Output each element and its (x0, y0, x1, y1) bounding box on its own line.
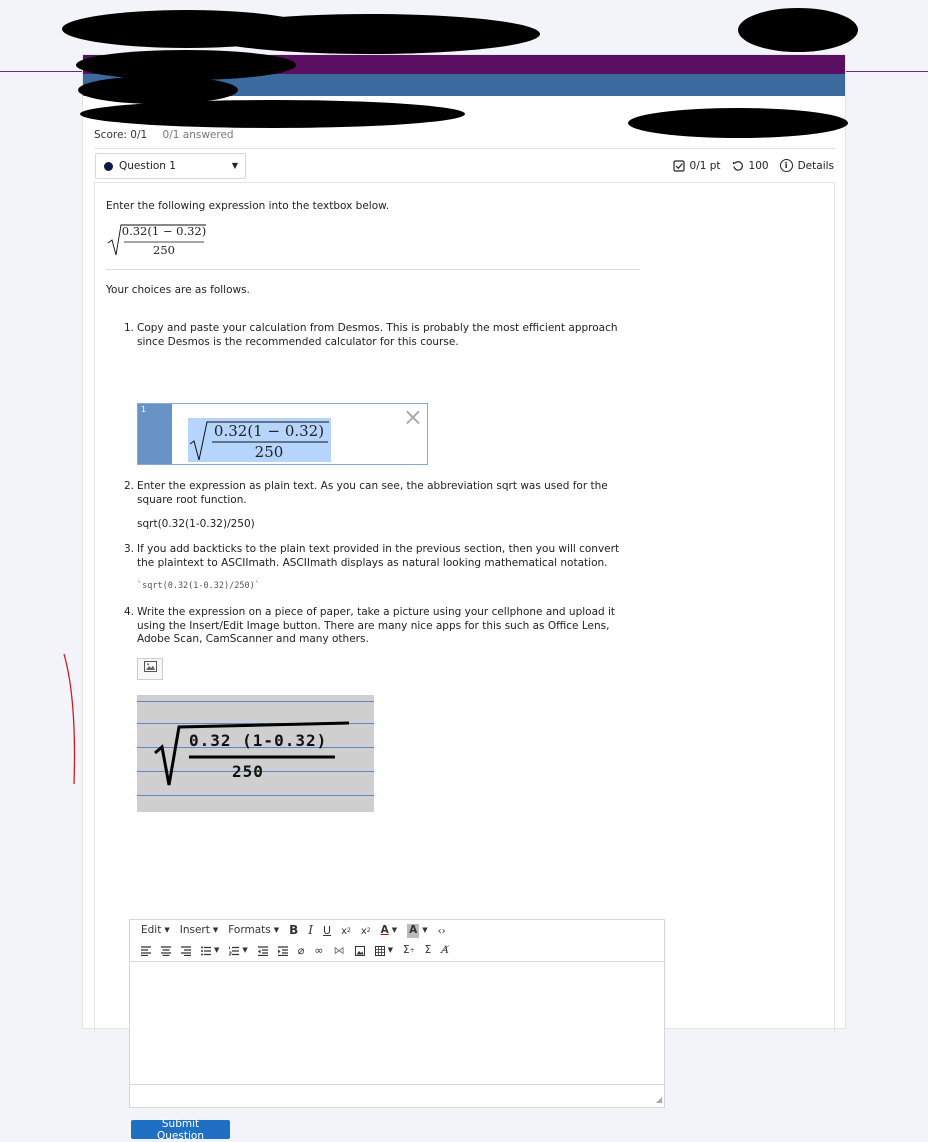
question-select-label: Question 1 (119, 160, 176, 172)
text-color-icon[interactable]: A ▼ (376, 924, 403, 938)
redaction-blob (80, 100, 465, 128)
numbered-list-icon[interactable]: ▼ (224, 946, 252, 956)
desmos-denominator: 250 (254, 443, 284, 461)
divider (106, 269, 640, 270)
math-numerator: 0.32(1 − 0.32) (121, 224, 207, 238)
rich-text-editor: Edit ▼ Insert ▼ Formats ▼ B I U x2 x2 A ▼ A ▼… (129, 919, 665, 1108)
outdent-icon[interactable] (253, 946, 273, 956)
clear-format-icon[interactable]: A̸ (436, 944, 454, 958)
superscript-icon[interactable]: x2 (356, 925, 376, 938)
list-number: 1. (124, 322, 135, 334)
indent-icon[interactable] (273, 946, 293, 956)
redaction-blob (628, 108, 848, 138)
subscript-icon[interactable]: x2 (336, 925, 356, 938)
align-right-icon[interactable] (176, 946, 196, 956)
insert-image-button[interactable] (137, 658, 163, 680)
choices-intro: Your choices are as follows. (106, 284, 250, 296)
list-text: Write the expression on a piece of paper… (137, 606, 616, 646)
list-text: Copy and paste your calculation from Des… (137, 322, 618, 348)
align-left-icon[interactable] (136, 946, 156, 956)
redaction-blob (738, 8, 858, 52)
list-item: 2. Enter the expression as plain text. A… (124, 480, 639, 507)
insert-menu[interactable]: Insert ▼ (175, 924, 224, 938)
align-center-icon[interactable] (156, 946, 176, 956)
redaction-blob (200, 14, 540, 54)
formats-menu[interactable]: Formats ▼ (223, 924, 284, 938)
details-link[interactable]: Details (798, 160, 834, 172)
desmos-expression-box: 1 0.32(1 − 0.32) 250 × (137, 403, 428, 465)
list-text: If you add backticks to the plain text p… (137, 543, 620, 569)
list-text: Enter the expression as plain text. As y… (137, 480, 608, 506)
edit-menu[interactable]: Edit ▼ (136, 924, 175, 938)
equation-icon[interactable]: Σ + (398, 944, 420, 958)
points-value: 0/1 pt (689, 159, 721, 172)
list-item: 1. Copy and paste your calculation from … (124, 322, 639, 349)
attempts-value: 100 (748, 159, 769, 172)
math-denominator: 250 (153, 243, 175, 257)
plain-text-expression: sqrt(0.32(1-0.32)/250) (137, 518, 255, 530)
editor-toolbar: Edit ▼ Insert ▼ Formats ▼ B I U x2 x2 A ▼ A ▼… (130, 920, 664, 962)
desmos-numerator: 0.32(1 − 0.32) (213, 422, 325, 440)
editor-statusbar: ◢ (130, 1084, 664, 1107)
divider (94, 148, 835, 149)
red-annotation-mark (63, 653, 76, 785)
resize-grip-icon[interactable]: ◢ (656, 1095, 662, 1105)
image-icon (143, 661, 157, 677)
handwritten-denominator: 250 (232, 762, 264, 781)
desmos-fraction: 0.32(1 − 0.32) 250 (208, 421, 330, 460)
checkbox-icon (672, 159, 685, 172)
list-number: 2. (124, 480, 135, 492)
info-icon[interactable]: i (779, 159, 793, 172)
handwritten-photo: 0.32 (1-0.32) 250 (137, 695, 374, 812)
bold-icon[interactable]: B (284, 923, 303, 939)
code-icon[interactable]: ‹› (433, 925, 451, 938)
list-item: 4. Write the expression on a piece of pa… (124, 606, 639, 647)
retry-icon (732, 160, 744, 172)
italic-icon[interactable]: I (303, 923, 318, 939)
bullet-list-icon[interactable]: ▼ (196, 946, 224, 956)
link-icon[interactable]: ∞ (309, 944, 328, 958)
highlight-color-icon[interactable]: A ▼ (402, 924, 433, 938)
insert-image-icon[interactable] (350, 946, 370, 956)
answered-count: 0/1 answered (162, 129, 234, 141)
score-row: Score: 0/1 0/1 answered (94, 129, 234, 141)
attachment-icon[interactable]: ⌀ (293, 944, 310, 958)
math-fraction: 0.32(1 − 0.32) 250 (120, 224, 208, 258)
desmos-line-number: 1 (138, 404, 172, 464)
sigma-icon[interactable]: Σ (420, 944, 437, 958)
redaction-blob (76, 50, 296, 80)
math-expression: 0.32(1 − 0.32) 250 (106, 222, 226, 260)
list-item: 3. If you add backticks to the plain tex… (124, 543, 639, 570)
handwritten-numerator: 0.32 (1-0.32) (189, 731, 328, 750)
question-status-dot (104, 161, 113, 171)
asciimath-expression: `sqrt(0.32(1-0.32)/250)` (137, 581, 260, 591)
table-icon[interactable]: ▼ (370, 946, 398, 956)
close-icon[interactable]: × (403, 402, 423, 433)
caret-down-icon: ▼ (231, 161, 238, 170)
underline-icon[interactable]: U (318, 924, 336, 938)
question-meta: 0/1 pt 100 i Details (672, 159, 834, 172)
score-label: Score: 0/1 (94, 129, 148, 141)
submit-question-button[interactable]: Submit Question (131, 1118, 230, 1142)
desmos-selection: 0.32(1 − 0.32) 250 (188, 418, 331, 462)
question-select[interactable]: Question 1 ▼ (95, 153, 246, 179)
question-prompt: Enter the following expression into the … (106, 200, 390, 212)
list-number: 4. (124, 606, 135, 618)
page-container: Score: 0/1 0/1 answered Question 1 ▼ 0/1… (82, 54, 846, 1142)
unlink-icon[interactable]: ⋈ (329, 944, 350, 958)
list-number: 3. (124, 543, 135, 555)
